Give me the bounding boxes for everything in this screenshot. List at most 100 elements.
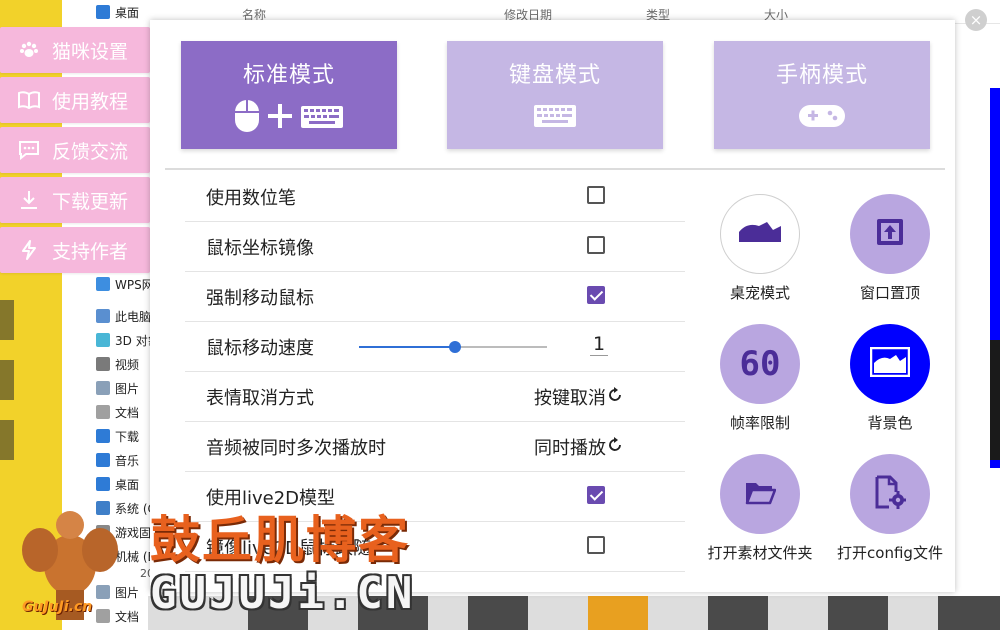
download-icon [18, 189, 40, 211]
toggle-value: 同时播放 [534, 438, 606, 459]
thumbnail [938, 596, 1000, 630]
feature-label: 背景色 [867, 414, 913, 432]
setting-row-force-move: 强制移动鼠标 [185, 272, 685, 322]
sidebar-item[interactable]: 视频 [96, 354, 139, 374]
live2d-checkbox[interactable] [587, 486, 605, 504]
open-assets-folder-button[interactable] [720, 454, 800, 534]
refresh-icon [608, 386, 622, 408]
feature-label: 帧率限制 [729, 414, 790, 432]
picture-icon [96, 381, 110, 395]
setting-row-mouse-speed: 鼠标移动速度 1 [185, 322, 685, 372]
setting-label: 使用数位笔 [206, 188, 296, 209]
document-icon [96, 405, 110, 419]
menu-label: 使用教程 [52, 90, 129, 113]
feature-pin-top: 窗口置顶 [820, 194, 960, 303]
desktop-folder-icon [96, 5, 110, 19]
live2d-mirror-checkbox[interactable] [587, 536, 605, 554]
watermark-logo-text: GuJuJi.cn [22, 599, 93, 615]
file-gear-icon [874, 475, 907, 513]
background-image-strip [990, 340, 1000, 460]
feature-label: 窗口置顶 [859, 284, 920, 302]
thumbnail [708, 596, 768, 630]
feature-fps-limit: 60 帧率限制 [690, 324, 830, 433]
feature-label: 打开素材文件夹 [707, 544, 813, 562]
gamepad-icon [798, 99, 846, 133]
sidebar-item[interactable]: 桌面 [96, 474, 139, 494]
book-icon [18, 89, 40, 111]
feature-open-config: 打开config文件 [820, 454, 960, 563]
close-button[interactable]: × [965, 9, 987, 31]
setting-row-mouse-mirror: 鼠标坐标镜像 [185, 222, 685, 272]
sidebar-item[interactable]: 下载 [96, 426, 139, 446]
desktop-folder-icon [96, 477, 110, 491]
setting-row-emote-cancel: 表情取消方式 按键取消 [185, 372, 685, 422]
setting-row-pen: 使用数位笔 [185, 172, 685, 222]
menu-tutorial[interactable]: 使用教程 [0, 77, 150, 123]
sidebar-item[interactable]: 图片 [96, 378, 139, 398]
paw-icon [18, 39, 40, 61]
setting-label: 强制移动鼠标 [206, 288, 314, 309]
menu-label: 反馈交流 [52, 140, 129, 163]
pen-checkbox[interactable] [587, 186, 605, 204]
menu-download-update[interactable]: 下载更新 [0, 177, 150, 223]
setting-label: 音频被同时多次播放时 [206, 438, 386, 459]
audio-mode-toggle[interactable]: 同时播放 [534, 434, 622, 460]
music-icon [96, 453, 110, 467]
toggle-value: 按键取消 [534, 388, 606, 409]
fps-60-icon: 60 [739, 344, 781, 384]
menu-cat-settings[interactable]: 猫咪设置 [0, 27, 150, 73]
sidebar-item[interactable]: 此电脑 [96, 306, 151, 326]
desktop-icon [0, 300, 14, 340]
thumbnail [828, 596, 888, 630]
mode-label: 标准模式 [242, 63, 335, 88]
desk-pet-button[interactable] [720, 194, 800, 274]
slider-thumb[interactable] [448, 341, 461, 353]
feature-open-assets: 打开素材文件夹 [690, 454, 830, 563]
cloud-icon [96, 277, 110, 291]
pin-top-icon [875, 217, 905, 251]
emote-cancel-toggle[interactable]: 按键取消 [534, 384, 622, 410]
menu-label: 猫咪设置 [52, 40, 129, 63]
setting-row-audio: 音频被同时多次播放时 同时播放 [185, 422, 685, 472]
feature-background-color: 背景色 [820, 324, 960, 433]
desktop-icon [0, 360, 14, 400]
mode-standard-button[interactable]: 标准模式 [181, 41, 397, 149]
mouse-mirror-checkbox[interactable] [587, 236, 605, 254]
section-divider [165, 168, 945, 170]
feature-desk-pet: 桌宠模式 [690, 194, 830, 303]
folder-icon [744, 479, 777, 509]
mode-label: 手柄模式 [775, 63, 868, 88]
download-arrow-icon [96, 429, 110, 443]
fps-limit-button[interactable]: 60 [720, 324, 800, 404]
mode-gamepad-button[interactable]: 手柄模式 [714, 41, 930, 149]
feature-label: 桌宠模式 [729, 284, 790, 302]
desktop-icon [0, 420, 14, 460]
menu-feedback[interactable]: 反馈交流 [0, 127, 150, 173]
menu-label: 下载更新 [52, 190, 129, 213]
pin-top-button[interactable] [850, 194, 930, 274]
sidebar-item[interactable]: 文档 [96, 402, 139, 422]
watermark-url: GUJUJi.CN [150, 568, 416, 619]
watermark-title: 鼓丘肌博客 [150, 511, 410, 569]
mode-label: 键盘模式 [508, 63, 601, 88]
sidebar-item[interactable]: 音乐 [96, 450, 139, 470]
cube-icon [96, 333, 110, 347]
thumbnail [588, 596, 648, 630]
setting-label: 鼠标坐标镜像 [206, 238, 314, 259]
menu-label: 支持作者 [52, 240, 129, 263]
menu-support-author[interactable]: 支持作者 [0, 227, 150, 273]
force-move-checkbox[interactable] [587, 286, 605, 304]
mode-keyboard-button[interactable]: 键盘模式 [447, 41, 663, 149]
refresh-icon [608, 436, 622, 458]
open-config-button[interactable] [850, 454, 930, 534]
sidebar-item[interactable]: 桌面 [96, 2, 139, 22]
thumbnail [468, 596, 528, 630]
mouse-speed-slider[interactable] [359, 341, 547, 353]
feature-label: 打开config文件 [837, 544, 943, 562]
video-icon [96, 357, 110, 371]
mouse-speed-value[interactable]: 1 [590, 333, 608, 356]
background-color-button[interactable] [850, 324, 930, 404]
keyboard-icon [533, 99, 577, 133]
computer-icon [96, 309, 110, 323]
setting-label: 表情取消方式 [206, 388, 314, 409]
